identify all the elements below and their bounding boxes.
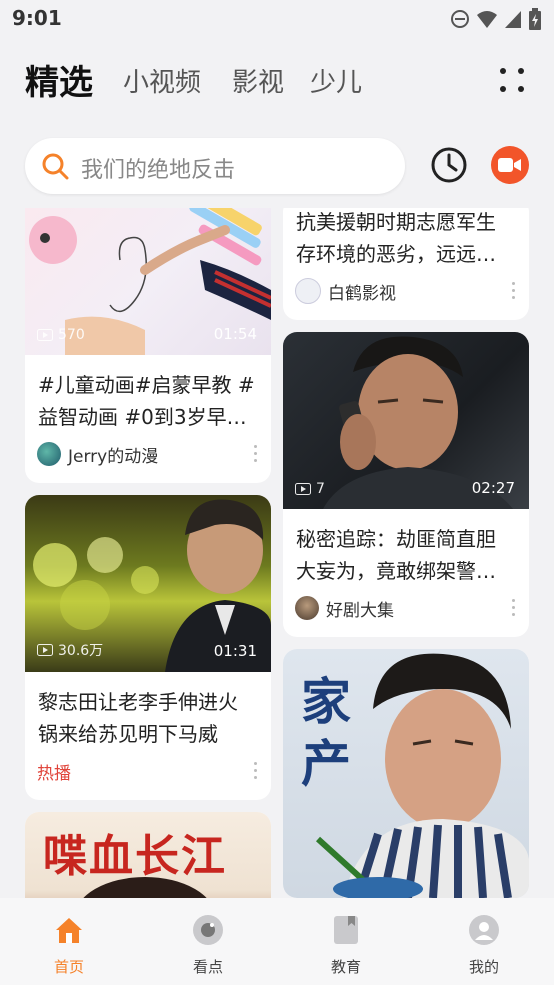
channel-grid-button[interactable] [500,68,526,94]
play-count-icon [37,329,53,341]
search-placeholder: 我们的绝地反击 [81,158,236,183]
video-duration: 02:27 [471,479,515,497]
home-icon [56,918,82,943]
status-time: 9:01 [12,6,62,30]
video-thumbnail[interactable]: 30.6万 01:31 [25,495,271,672]
video-meta: 热播 [37,756,257,786]
more-options-icon[interactable] [512,599,515,616]
video-meta: 白鹤影视 [295,276,515,306]
profile-icon [469,915,499,945]
hot-badge: 热播 [37,763,71,784]
video-card[interactable]: 喋血长江 [25,812,271,898]
view-count: 30.6万 [37,640,103,660]
nav-home[interactable]: 首页 [29,914,109,977]
signal-icon [505,11,521,28]
view-count: 570 [37,327,85,343]
video-camera-icon [498,158,521,172]
video-card[interactable]: 30.6万 01:31 黎志田让老李手伸进火锅来给苏见明下马威 热播 [25,495,271,800]
channel-tabs: 精选 小视频 影视 少儿 [0,50,554,110]
video-feed: 570 01:54 #儿童动画#启蒙早教 #益智动画 #0到3岁早… Jerry… [0,208,554,898]
author-name[interactable]: Jerry的动漫 [68,442,158,467]
poster-title: 家产 [301,672,351,793]
education-icon [334,916,358,944]
video-meta: 好剧大集 [295,593,515,623]
video-meta: Jerry的动漫 [37,439,257,469]
video-duration: 01:31 [213,642,257,660]
video-title[interactable]: 秘密追踪：劫匪简直胆大妄为，竟敢绑架警… [296,523,515,587]
video-duration: 01:54 [213,325,257,343]
more-options-icon[interactable] [254,762,257,779]
nav-kandian[interactable]: 看点 [168,914,248,977]
video-title[interactable]: 黎志田让老李手伸进火锅来给苏见明下马威 [38,686,257,750]
wifi-icon [477,11,497,28]
video-thumbnail[interactable]: 570 01:54 [25,208,271,355]
tab-kids[interactable]: 少儿 [310,62,362,99]
author-name[interactable]: 好剧大集 [326,596,394,621]
video-title[interactable]: 抗美援朝时期志愿军生存环境的恶劣，远远… [296,208,515,270]
video-card[interactable]: 家产 [283,649,529,898]
tab-short-video[interactable]: 小视频 [123,62,201,99]
search-bar[interactable]: 我们的绝地反击 [25,138,405,194]
record-video-button[interactable] [491,146,529,184]
bottom-nav: 首页 看点 教育 我的 [0,898,554,985]
video-thumbnail[interactable]: 7 02:27 [283,332,529,509]
play-count-icon [295,483,311,495]
history-icon[interactable] [430,146,468,184]
video-card[interactable]: 抗美援朝时期志愿军生存环境的恶劣，远远… 白鹤影视 [283,208,529,320]
tab-featured[interactable]: 精选 [25,55,93,104]
view-count: 7 [295,481,325,497]
search-icon [42,153,69,180]
nav-profile[interactable]: 我的 [444,914,524,977]
status-icons [450,8,542,30]
poster-title: 喋血长江 [43,831,227,882]
dnd-icon [451,10,469,28]
nav-education[interactable]: 教育 [306,914,386,977]
video-card[interactable]: 570 01:54 #儿童动画#启蒙早教 #益智动画 #0到3岁早… Jerry… [25,208,271,483]
tab-film-tv[interactable]: 影视 [232,62,284,99]
video-thumbnail[interactable]: 喋血长江 [25,812,271,898]
author-avatar[interactable] [37,442,61,466]
video-card[interactable]: 7 02:27 秘密追踪：劫匪简直胆大妄为，竟敢绑架警… 好剧大集 [283,332,529,637]
battery-icon [529,8,541,30]
author-avatar[interactable] [295,278,321,304]
author-name[interactable]: 白鹤影视 [328,279,396,304]
status-bar: 9:01 [0,0,554,38]
play-count-icon [37,644,53,656]
video-title[interactable]: #儿童动画#启蒙早教 #益智动画 #0到3岁早… [38,369,257,433]
more-options-icon[interactable] [254,445,257,462]
kandian-icon [193,915,223,945]
video-thumbnail[interactable]: 家产 [283,649,529,898]
author-avatar[interactable] [295,596,319,620]
more-options-icon[interactable] [512,282,515,299]
